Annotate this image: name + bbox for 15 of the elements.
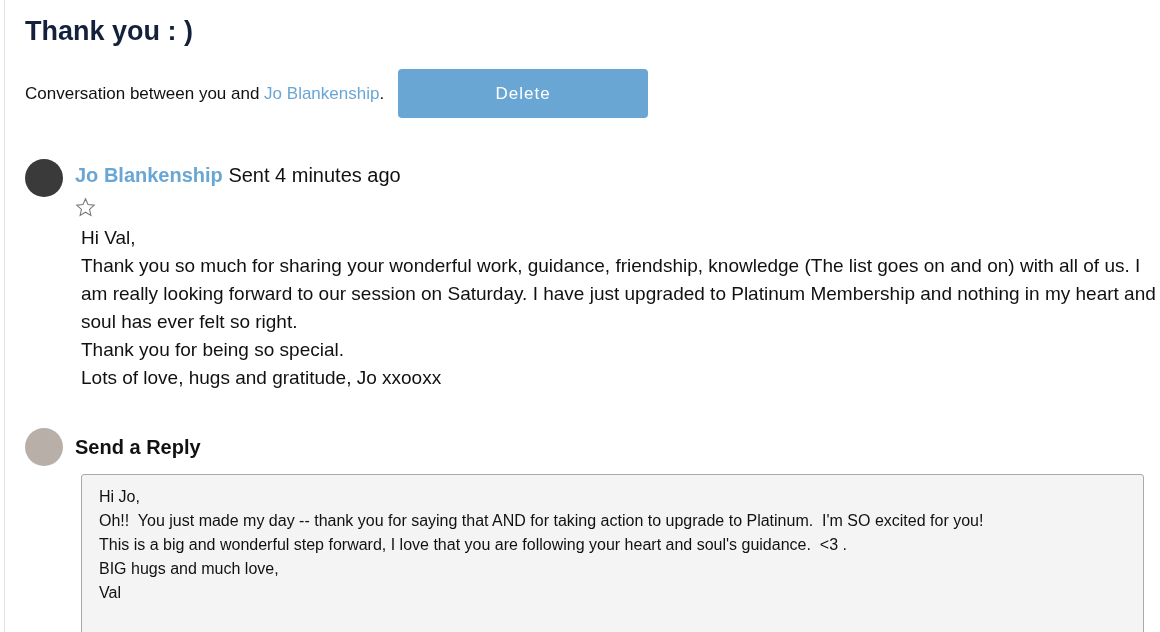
- message-line: Hi Val,: [81, 226, 137, 250]
- sent-time: Sent 4 minutes ago: [228, 164, 401, 186]
- page-title: Thank you : ): [25, 15, 194, 48]
- reply-heading: Send a Reply: [75, 435, 201, 460]
- avatar: [25, 428, 63, 466]
- message-line: Thank you so much for sharing your wonderful work, guidance, friendship, knowledge (The list goes on and on) with all of us. I am really looking forward to our session on Saturday. I have just upgraded to Platinum Membership and nothing in my heart and soul has ever felt so right.: [81, 254, 1156, 334]
- message-line: Thank you for being so special.: [81, 338, 345, 362]
- message-line: Lots of love, hugs and gratitude, Jo xxooxx: [81, 366, 443, 390]
- conversation-text: Conversation between you and Jo Blankenship.: [25, 82, 385, 105]
- sender-link[interactable]: Jo Blankenship: [75, 164, 223, 186]
- delete-button[interactable]: Delete: [398, 69, 649, 118]
- reply-field[interactable]: Hi Jo, Oh!! You just made my day -- thank you for saying that AND for taking action to upgrade to Platinum. I'm SO excited for you! This is a big and wonderful step forward, I love that you are following your heart and soul's guidance. <3 . BIG hugs and much love, Val: [81, 474, 1144, 632]
- participant-link[interactable]: Jo Blankenship: [264, 83, 380, 103]
- star-icon[interactable]: [75, 197, 96, 218]
- avatar: [25, 159, 63, 197]
